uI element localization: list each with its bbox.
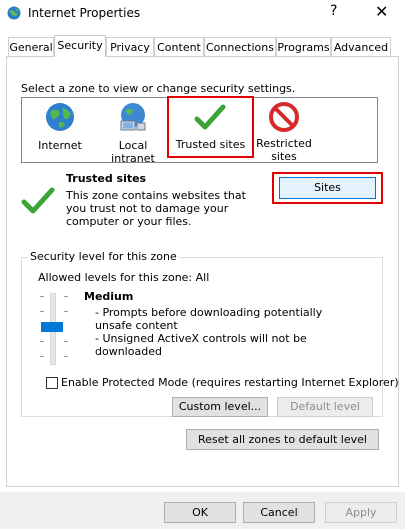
tab-connections[interactable]: Connections <box>204 37 276 56</box>
zone-trusted-sites[interactable]: Trusted sites <box>167 96 254 158</box>
help-button[interactable]: ? <box>330 3 337 19</box>
slider-tick <box>64 341 68 342</box>
trusted-checkmark-icon <box>21 187 55 214</box>
window-title: Internet Properties <box>28 6 141 20</box>
slider-tick <box>64 356 68 357</box>
zone-label-internet: Internet <box>38 139 82 152</box>
slider-tick <box>64 311 68 312</box>
zone-description: This zone contains websites that you tru… <box>66 189 246 228</box>
restricted-icon <box>269 102 299 132</box>
custom-level-button[interactable]: Custom level... <box>172 397 268 417</box>
zone-title: Trusted sites <box>66 172 147 185</box>
close-button[interactable]: ✕ <box>375 2 388 21</box>
zone-local-intranet[interactable]: Local intranet <box>96 99 170 165</box>
checkmark-icon <box>194 104 226 130</box>
slider-tick <box>40 341 44 342</box>
apply-button[interactable]: Apply <box>325 502 397 523</box>
zone-restricted-sites[interactable]: Restricted sites <box>254 99 314 163</box>
tab-general[interactable]: General <box>8 37 54 56</box>
level-bullet-2: - Unsigned ActiveX controls will not be … <box>95 332 307 358</box>
level-name: Medium <box>84 290 134 303</box>
zone-label-restricted-sites: Restricted sites <box>256 137 312 163</box>
protected-mode-label[interactable]: Enable Protected Mode (requires restarti… <box>61 376 399 389</box>
tab-privacy[interactable]: Privacy <box>106 37 154 56</box>
tab-programs[interactable]: Programs <box>276 37 331 56</box>
slider-tick <box>40 311 44 312</box>
internet-options-icon <box>7 6 21 20</box>
zone-label-local-intranet: Local intranet <box>111 139 155 165</box>
reset-all-zones-button[interactable]: Reset all zones to default level <box>186 429 379 450</box>
sites-button[interactable]: Sites <box>279 177 376 199</box>
tab-content[interactable]: Content <box>154 37 204 56</box>
zone-instruction: Select a zone to view or change security… <box>21 82 296 95</box>
tab-advanced[interactable]: Advanced <box>331 37 391 56</box>
globe-icon <box>46 103 74 131</box>
slider-tick <box>40 356 44 357</box>
security-level-slider-thumb[interactable] <box>41 322 63 332</box>
ok-button[interactable]: OK <box>164 502 236 523</box>
allowed-levels-text: Allowed levels for this zone: All <box>38 271 210 284</box>
intranet-icon <box>120 103 146 131</box>
protected-mode-checkbox[interactable] <box>46 377 58 389</box>
default-level-button[interactable]: Default level <box>277 397 373 417</box>
level-bullet-1: - Prompts before downloading potentially… <box>95 306 323 332</box>
slider-tick <box>64 296 68 297</box>
cancel-button[interactable]: Cancel <box>243 502 315 523</box>
zone-internet[interactable]: Internet <box>28 99 92 159</box>
security-level-group-title: Security level for this zone <box>28 250 179 263</box>
slider-tick <box>40 296 44 297</box>
zone-label-trusted-sites: Trusted sites <box>175 138 246 151</box>
tab-security[interactable]: Security <box>54 35 106 57</box>
